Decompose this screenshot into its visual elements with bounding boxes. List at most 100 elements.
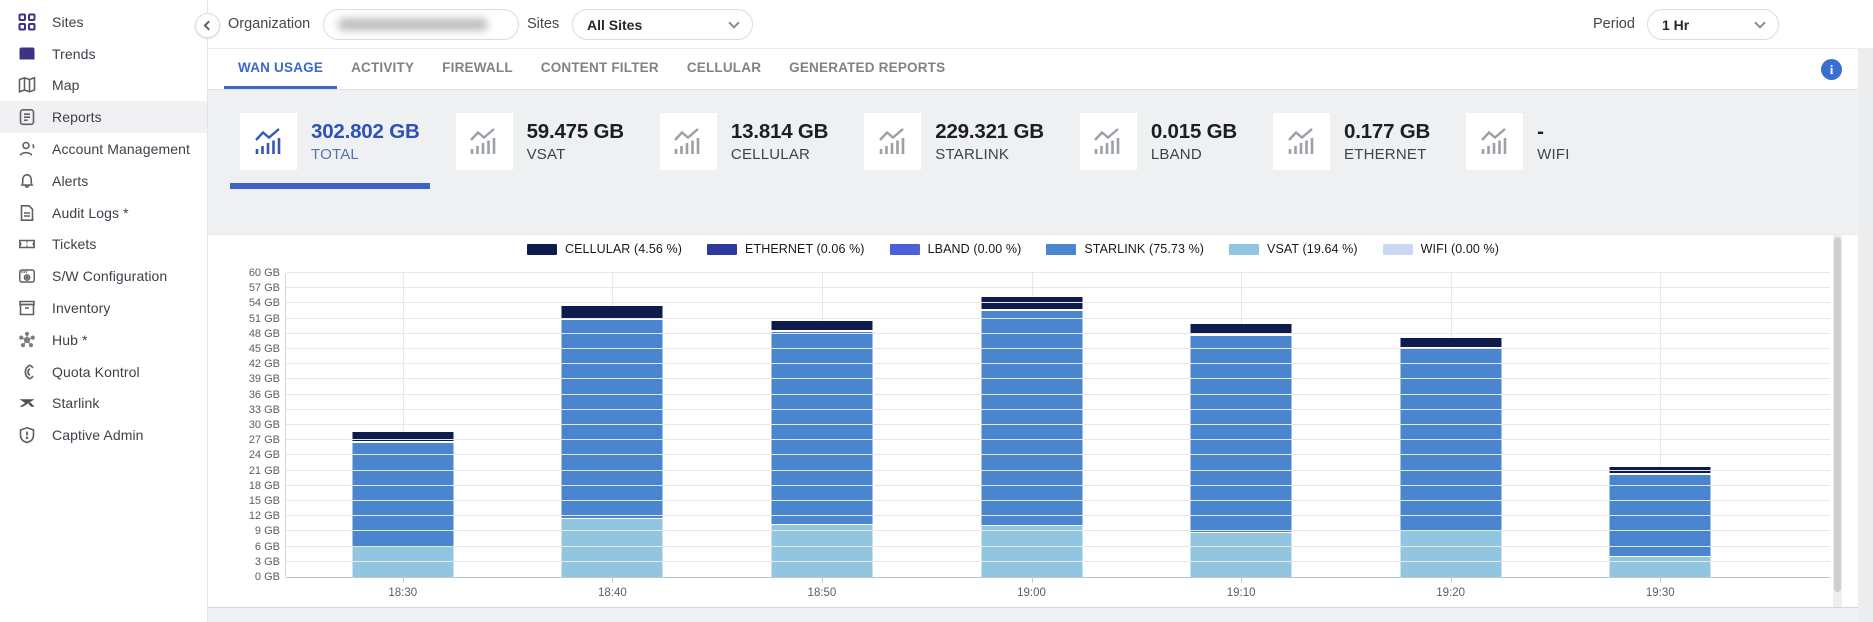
organization-select[interactable]	[323, 9, 519, 40]
starlink-icon	[17, 393, 37, 413]
stacked-bar[interactable]	[771, 321, 872, 577]
bar-segment-starlink[interactable]	[981, 311, 1082, 526]
y-axis-labels: 0 GB3 GB6 GB9 GB12 GB15 GB18 GB21 GB24 G…	[212, 273, 280, 577]
wan-usage-chart-card: CELLULAR (4.56 %) ETHERNET (0.06 %) LBAND …	[208, 234, 1858, 607]
stacked-bar[interactable]	[981, 297, 1082, 577]
gridline	[286, 470, 1830, 471]
y-tick-label: 27 GB	[249, 434, 280, 446]
stat-chart-icon	[660, 113, 717, 170]
y-tick-label: 24 GB	[249, 449, 280, 461]
bar-segment-starlink[interactable]	[562, 320, 663, 519]
gridline	[286, 485, 1830, 486]
legend-item[interactable]: CELLULAR (4.56 %)	[527, 242, 682, 256]
sidebar-item-inventory[interactable]: Inventory	[0, 292, 207, 324]
sidebar-item-reports[interactable]: Reports	[0, 101, 207, 133]
sidebar-item-starlink[interactable]: Starlink	[0, 388, 207, 420]
legend-swatch	[890, 244, 920, 255]
gridline	[286, 454, 1830, 455]
sidebar-item-label: Map	[52, 77, 80, 93]
tab-generated-reports[interactable]: GENERATED REPORTS	[775, 49, 959, 89]
sidebar-item-audit-logs[interactable]: Audit Logs *	[0, 197, 207, 229]
period-select[interactable]: 1 Hr	[1647, 9, 1779, 40]
top-bar: Organization Sites All Sites Period 1 Hr	[208, 0, 1873, 48]
bar-segment-vsat[interactable]	[562, 519, 663, 577]
ticket-icon	[17, 234, 37, 254]
sidebar-item-label: Account Management	[52, 141, 190, 157]
bar-segment-cellular[interactable]	[771, 321, 872, 332]
chart-vertical-scrollbar[interactable]	[1833, 235, 1842, 608]
legend-label: LBAND (0.00 %)	[928, 242, 1022, 256]
y-tick-label: 12 GB	[249, 510, 280, 522]
sidebar-item-label: Quota Kontrol	[52, 364, 140, 380]
stat-label: LBAND	[1151, 146, 1237, 163]
tab-wan-usage[interactable]: WAN USAGE	[224, 49, 337, 89]
tab-activity[interactable]: ACTIVITY	[337, 49, 428, 89]
sidebar-item-hub[interactable]: Hub *	[0, 324, 207, 356]
sidebar-item-trends[interactable]: Trends	[0, 38, 207, 70]
sidebar-item-label: Trends	[52, 46, 96, 62]
gridline	[286, 515, 1830, 516]
stat-card-ethernet[interactable]: 0.177 GB ETHERNET	[1273, 113, 1430, 234]
x-tick	[822, 578, 823, 583]
bar-segment-vsat[interactable]	[352, 547, 453, 577]
bar-segment-starlink[interactable]	[1191, 336, 1292, 533]
bar-segment-starlink[interactable]	[771, 332, 872, 525]
stat-card-starlink[interactable]: 229.321 GB STARLINK	[864, 113, 1044, 234]
legend-swatch	[707, 244, 737, 255]
sidebar-item-account-management[interactable]: Account Management	[0, 133, 207, 165]
bar-segment-cellular[interactable]	[1610, 467, 1711, 475]
sidebar-item-alerts[interactable]: Alerts	[0, 165, 207, 197]
bar-segment-vsat[interactable]	[771, 525, 872, 577]
y-tick-label: 60 GB	[249, 267, 280, 279]
quota-icon	[17, 362, 37, 382]
sidebar-item-label: S/W Configuration	[52, 268, 167, 284]
bar-segment-vsat[interactable]	[1191, 533, 1292, 577]
bar-segment-cellular[interactable]	[981, 297, 1082, 311]
stacked-bar[interactable]	[1400, 338, 1501, 577]
bar-segment-cellular[interactable]	[352, 432, 453, 443]
stat-value: 229.321 GB	[935, 120, 1044, 144]
tab-firewall[interactable]: FIREWALL	[428, 49, 527, 89]
bar-segment-vsat[interactable]	[1400, 531, 1501, 577]
report-tabs: WAN USAGE ACTIVITY FIREWALL CONTENT FILT…	[208, 48, 1858, 90]
chevron-left-icon	[204, 21, 214, 31]
legend-item[interactable]: VSAT (19.64 %)	[1229, 242, 1358, 256]
tab-cellular[interactable]: CELLULAR	[673, 49, 775, 89]
stat-card-vsat[interactable]: 59.475 GB VSAT	[456, 113, 624, 234]
usage-stats-strip: 302.802 GB TOTAL 59.475 GB VSAT 13.814 G…	[208, 90, 1858, 234]
y-tick-label: 54 GB	[249, 297, 280, 309]
legend-item[interactable]: ETHERNET (0.06 %)	[707, 242, 865, 256]
scrollbar-thumb[interactable]	[1834, 237, 1841, 592]
sidebar-item-tickets[interactable]: Tickets	[0, 229, 207, 261]
legend-item[interactable]: LBAND (0.00 %)	[890, 242, 1022, 256]
stat-label: ETHERNET	[1344, 146, 1430, 163]
stat-card-wifi[interactable]: - WIFI	[1466, 113, 1569, 234]
stat-label: VSAT	[527, 146, 624, 163]
inventory-icon	[17, 298, 37, 318]
bar-segment-cellular[interactable]	[1191, 324, 1292, 336]
stacked-bar[interactable]	[1191, 324, 1292, 577]
info-icon[interactable]: i	[1821, 59, 1842, 80]
sidebar-item-sw-configuration[interactable]: S/W Configuration	[0, 260, 207, 292]
stacked-bar-plot: 18:3018:4018:5019:0019:1019:2019:30	[285, 273, 1830, 577]
legend-item[interactable]: STARLINK (75.73 %)	[1046, 242, 1204, 256]
sites-select[interactable]: All Sites	[572, 9, 753, 40]
bar-segment-vsat[interactable]	[981, 526, 1082, 577]
legend-item[interactable]: WIFI (0.00 %)	[1383, 242, 1499, 256]
shield-icon	[17, 425, 37, 445]
stat-card-cellular[interactable]: 13.814 GB CELLULAR	[660, 113, 828, 234]
sidebar-item-captive-admin[interactable]: Captive Admin	[0, 419, 207, 451]
stat-chart-icon	[456, 113, 513, 170]
y-tick-label: 18 GB	[249, 480, 280, 492]
sidebar-item-map[interactable]: Map	[0, 70, 207, 102]
gridline	[286, 394, 1830, 395]
stat-card-lband[interactable]: 0.015 GB LBAND	[1080, 113, 1237, 234]
sidebar-item-sites[interactable]: Sites	[0, 6, 207, 38]
sidebar-collapse-button[interactable]	[195, 13, 220, 38]
sidebar-item-label: Reports	[52, 109, 102, 125]
sw-config-icon	[17, 266, 37, 286]
sidebar-item-quota-kontrol[interactable]: Quota Kontrol	[0, 356, 207, 388]
x-tick-label: 19:10	[1227, 587, 1256, 599]
tab-content-filter[interactable]: CONTENT FILTER	[527, 49, 673, 89]
stat-card-total[interactable]: 302.802 GB TOTAL	[240, 113, 420, 234]
